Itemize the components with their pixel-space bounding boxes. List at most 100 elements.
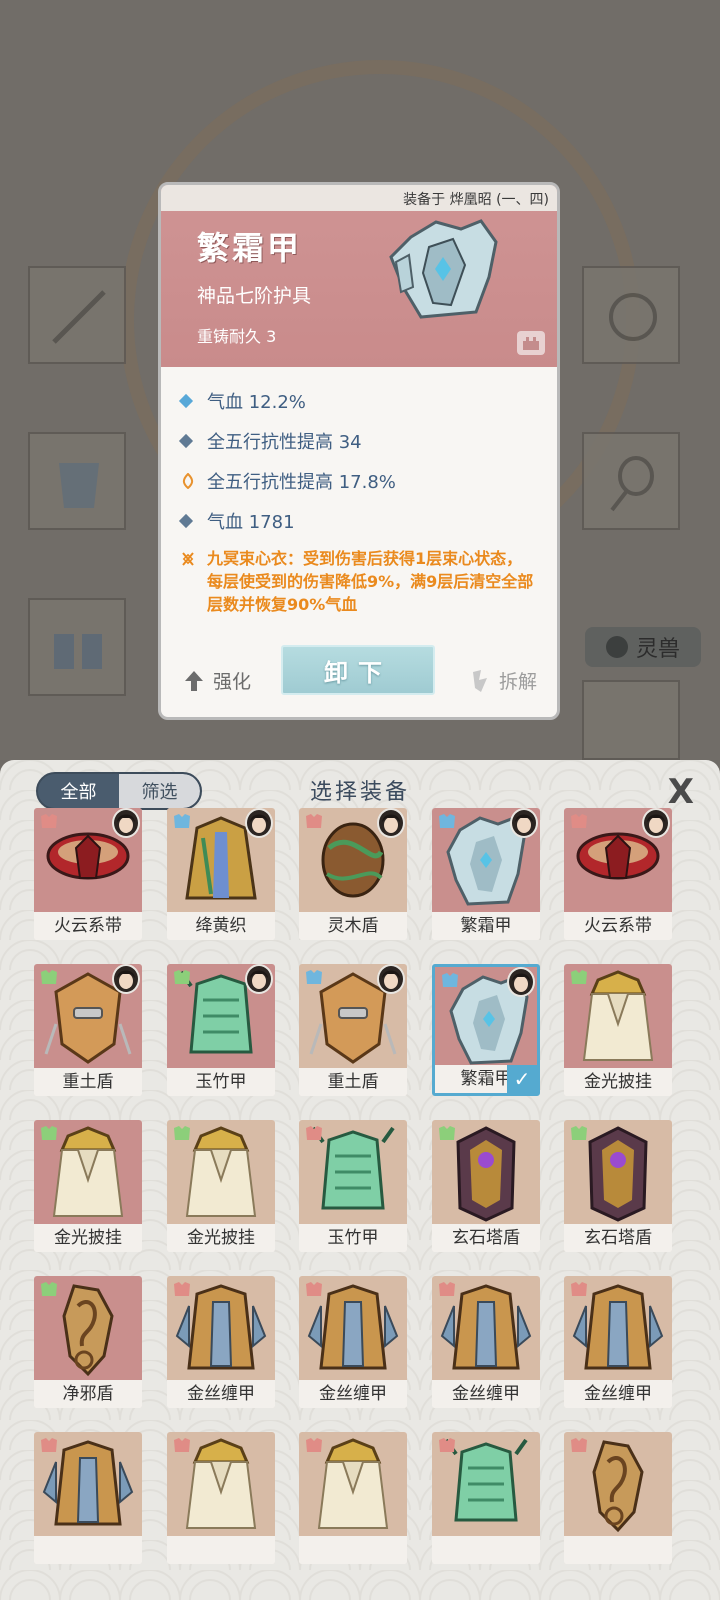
- slot-type-icon: [38, 1124, 60, 1146]
- equipment-card[interactable]: 金丝缠甲: [564, 1276, 672, 1408]
- diamond-icon: [178, 393, 194, 409]
- equipment-card[interactable]: 繁霜甲: [432, 808, 540, 940]
- enhance-button[interactable]: 强化: [183, 667, 251, 694]
- diamond-icon: [178, 513, 194, 529]
- special-effect: 九冥束心衣：受到伤害后获得1层束心状态，每层使受到的伤害降低9%，满9层后清空全…: [181, 547, 537, 616]
- equipment-name: [34, 1536, 142, 1564]
- ornament-icon: [609, 293, 657, 341]
- slot-mirror[interactable]: [582, 432, 680, 530]
- equipment-card[interactable]: 金丝缠甲: [299, 1276, 407, 1408]
- equipment-card[interactable]: 金光披挂: [34, 1120, 142, 1252]
- equipment-name: 金光披挂: [34, 1224, 142, 1252]
- equipment-selector-panel: 全部 筛选 选择装备 X 火云系带 绛黄织 灵木盾 繁霜甲 火云系带 重土盾 玉竹甲 重土盾繁…: [0, 760, 720, 1600]
- equipment-card[interactable]: 净邪盾: [34, 1276, 142, 1408]
- equipment-card[interactable]: [564, 1432, 672, 1564]
- equipment-name: 金光披挂: [167, 1224, 275, 1252]
- equipment-card[interactable]: 火云系带: [564, 808, 672, 940]
- equipment-card[interactable]: 金光披挂: [167, 1120, 275, 1252]
- equipment-card[interactable]: [299, 1432, 407, 1564]
- slot-type-icon: [436, 1124, 458, 1146]
- equipment-card[interactable]: 玉竹甲: [167, 964, 275, 1096]
- equipment-card[interactable]: 玄石塔盾: [432, 1120, 540, 1252]
- slot-type-icon: [439, 971, 461, 993]
- equipment-name: [299, 1536, 407, 1564]
- slot-type-icon: [38, 812, 60, 834]
- equipment-name: 玄石塔盾: [432, 1224, 540, 1252]
- equipment-name: 灵木盾: [299, 912, 407, 940]
- stat-line: 全五行抗性提高 34: [178, 421, 537, 461]
- ice-armor-icon: [389, 219, 498, 319]
- equipment-name: [564, 1536, 672, 1564]
- slot-accessory[interactable]: [582, 266, 680, 364]
- character-avatar: [642, 808, 670, 838]
- equipment-name: 金丝缠甲: [564, 1380, 672, 1408]
- slot-pet[interactable]: [582, 680, 680, 760]
- stat-text: 全五行抗性提高 34: [207, 432, 362, 453]
- equipment-name: 重土盾: [299, 1068, 407, 1096]
- equipment-card[interactable]: 玄石塔盾: [564, 1120, 672, 1252]
- slot-weapon[interactable]: [28, 266, 126, 364]
- equipment-card[interactable]: 重土盾: [34, 964, 142, 1096]
- equipment-name: 繁霜甲: [432, 912, 540, 940]
- slot-type-icon: [171, 1436, 193, 1458]
- equipment-card[interactable]: [432, 1432, 540, 1564]
- equipment-card[interactable]: 绛黄织: [167, 808, 275, 940]
- pet-tab[interactable]: 灵兽: [585, 627, 701, 667]
- equipment-card[interactable]: 金丝缠甲: [432, 1276, 540, 1408]
- dismantle-label: 拆解: [498, 671, 537, 693]
- enhance-label: 强化: [213, 671, 252, 693]
- dismantle-button[interactable]: 拆解: [469, 667, 537, 694]
- special-effect-text: 九冥束心衣：受到伤害后获得1层束心状态，每层使受到的伤害降低9%，满9层后清空全…: [207, 549, 534, 614]
- stat-line: 全五行抗性提高 17.8%: [181, 461, 537, 501]
- slot-armor[interactable]: [28, 432, 126, 530]
- equipment-name: 金丝缠甲: [167, 1380, 275, 1408]
- unequip-button[interactable]: 卸下: [281, 645, 435, 695]
- slot-type-icon: [436, 1280, 458, 1302]
- lock-icon[interactable]: [517, 331, 545, 355]
- slot-type-icon: [303, 1280, 325, 1302]
- equipment-card[interactable]: 重土盾: [299, 964, 407, 1096]
- character-avatar: [377, 808, 405, 838]
- equipment-card[interactable]: 金丝缠甲: [167, 1276, 275, 1408]
- skill-icon: [182, 552, 194, 566]
- diamond-icon: [178, 433, 194, 449]
- character-avatar: [112, 808, 140, 838]
- close-button[interactable]: X: [668, 772, 694, 812]
- slot-type-icon: [568, 1436, 590, 1458]
- equipment-name: 金光披挂: [564, 1068, 672, 1096]
- item-name: 繁霜甲: [197, 229, 303, 267]
- flame-icon: [182, 473, 194, 489]
- panel-title: 选择装备: [309, 780, 410, 805]
- character-avatar: [510, 808, 538, 838]
- equipment-name: 玉竹甲: [167, 1068, 275, 1096]
- check-icon: ✓: [507, 1065, 537, 1093]
- slot-type-icon: [171, 968, 193, 990]
- equipment-name: 绛黄织: [167, 912, 275, 940]
- equipment-card[interactable]: [34, 1432, 142, 1564]
- equipment-name: 玄石塔盾: [564, 1224, 672, 1252]
- equipment-name: [167, 1536, 275, 1564]
- stat-text: 气血 12.2%: [207, 392, 306, 413]
- slot-boots[interactable]: [28, 598, 126, 696]
- character-avatar: [377, 964, 405, 994]
- slot-type-icon: [38, 1436, 60, 1458]
- slot-type-icon: [171, 1280, 193, 1302]
- equipment-name: 净邪盾: [34, 1380, 142, 1408]
- stat-line: 气血 1781: [178, 501, 537, 541]
- equipped-on-label: 装备于 烨凰昭 (一、四): [161, 185, 557, 211]
- slot-type-icon: [436, 812, 458, 834]
- equipment-card[interactable]: 灵木盾: [299, 808, 407, 940]
- slot-type-icon: [38, 968, 60, 990]
- equipment-card[interactable]: 玉竹甲: [299, 1120, 407, 1252]
- equipment-card[interactable]: 火云系带: [34, 808, 142, 940]
- dismantle-icon: [472, 669, 487, 692]
- equipment-card[interactable]: 金光披挂: [564, 964, 672, 1096]
- boots-icon: [54, 634, 102, 669]
- equipment-card[interactable]: [167, 1432, 275, 1564]
- equipment-detail-popup: 装备于 烨凰昭 (一、四) 繁霜甲 神品七阶护具 重铸耐久 3 气血 12.2%…: [158, 182, 560, 720]
- item-grade: 神品七阶护具: [197, 285, 312, 307]
- character-avatar: [507, 967, 535, 997]
- equipment-card[interactable]: 繁霜甲 ✓: [432, 964, 540, 1096]
- stat-text: 气血 1781: [207, 512, 295, 533]
- slot-type-icon: [568, 968, 590, 990]
